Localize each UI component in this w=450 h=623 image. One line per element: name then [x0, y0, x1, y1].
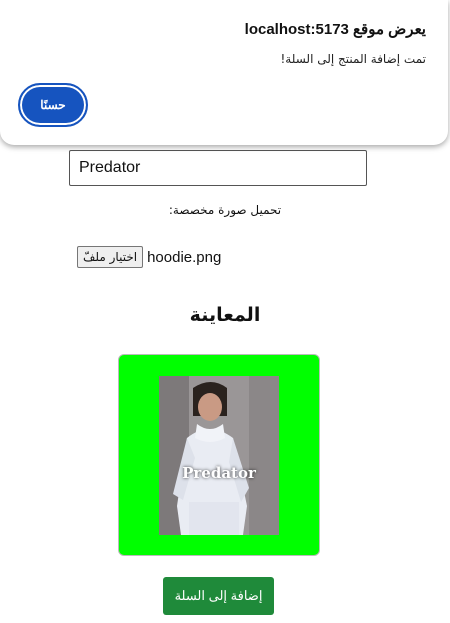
preview-overlay-text: Predator	[182, 464, 256, 482]
preview-heading: المعاينة	[189, 304, 261, 326]
file-name: hoodie.png	[147, 248, 222, 266]
person-in-white-hoodie-photo: Predator	[159, 376, 279, 535]
alert-dialog: يعرض موقع localhost:5173 تمت إضافة المنت…	[0, 0, 448, 145]
preview-box: Predator	[118, 354, 320, 556]
file-picker: اختيار ملفّ hoodie.png	[77, 246, 221, 268]
add-to-cart-button[interactable]: إضافة إلى السلة	[163, 577, 274, 615]
hoodie-photo-icon	[159, 376, 279, 535]
dialog-title: يعرض موقع localhost:5173	[244, 21, 426, 38]
dialog-message: تمت إضافة المنتج إلى السلة!	[280, 52, 427, 66]
upload-label: :تحميل صورة مخصصة	[168, 203, 282, 217]
product-name-input[interactable]	[69, 150, 367, 186]
dialog-ok-button[interactable]: حسنًا	[18, 83, 88, 127]
choose-file-button[interactable]: اختيار ملفّ	[77, 246, 144, 268]
